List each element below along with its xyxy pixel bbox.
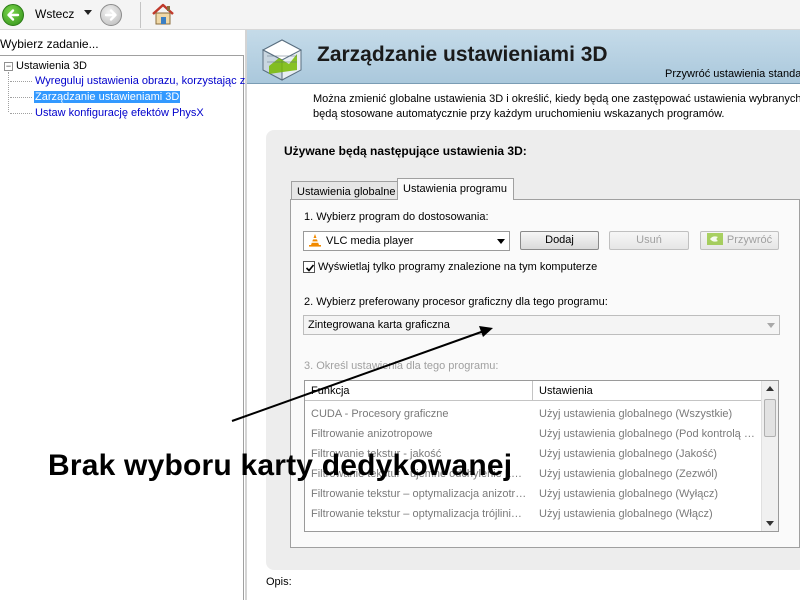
sidebar-item-adjust-image[interactable]: Wyreguluj ustawienia obrazu, korzystając… — [10, 74, 246, 88]
table-cell: Użyj ustawienia globalnego (Wyłącz) — [539, 488, 719, 500]
table-cell: Użyj ustawienia globalnego (Włącz) — [539, 508, 713, 520]
table-row[interactable]: Filtrowanie tekstur – optymalizacja trój… — [305, 504, 762, 524]
annotation-text: Brak wyboru karty dedykowanej — [48, 449, 513, 482]
page-description: Można zmienić globalne ustawienia 3D i o… — [313, 92, 800, 122]
step1-label: 1. Wybierz program do dostosowania: — [304, 211, 489, 223]
restore-program-button[interactable]: Przywróć — [700, 231, 779, 250]
check-icon — [305, 264, 315, 272]
table-cell: Użyj ustawienia globalnego (Jakość) — [539, 448, 717, 460]
task-label: Wybierz zadanie... — [0, 37, 99, 51]
toolbar: Wstecz — [0, 0, 800, 30]
step3-label: 3. Określ ustawienia dla tego programu: — [304, 360, 499, 372]
table-cell: Użyj ustawienia globalnego (Wszystkie) — [539, 408, 733, 420]
sidebar-item-label: Wyreguluj ustawienia obrazu, korzystając… — [35, 75, 246, 87]
chevron-down-icon — [767, 323, 775, 328]
remove-program-button[interactable]: Usuń — [609, 231, 689, 250]
home-icon[interactable] — [150, 1, 176, 30]
checkbox-label[interactable]: Wyświetlaj tylko programy znalezione na … — [318, 261, 597, 273]
column-header-function[interactable]: Funkcja — [305, 381, 533, 401]
restore-defaults-link[interactable]: Przywróć ustawienia standardowe — [665, 68, 800, 80]
toolbar-separator — [140, 2, 141, 28]
program-select[interactable]: VLC media player — [303, 231, 510, 251]
page-header: Zarządzanie ustawieniami 3D Przywróć ust… — [247, 30, 800, 84]
table-cell: CUDA - Procesory graficzne — [311, 408, 449, 420]
table-row[interactable]: Filtrowanie anizotropowe Użyj ustawienia… — [305, 424, 762, 444]
description-label: Opis: — [266, 576, 292, 588]
history-dropdown-icon[interactable] — [84, 10, 92, 15]
column-header-settings[interactable]: Ustawienia — [533, 381, 762, 401]
panel-splitter[interactable] — [245, 30, 247, 600]
chevron-down-icon — [497, 239, 505, 244]
table-header: Funkcja Ustawienia — [305, 381, 762, 401]
gpu-select[interactable]: Zintegrowana karta graficzna — [303, 315, 780, 335]
sidebar-item-physx[interactable]: Ustaw konfigurację efektów PhysX — [10, 106, 205, 120]
scroll-up-icon[interactable] — [766, 386, 774, 391]
description-line-2: będą stosowane automatycznie przy każdym… — [313, 108, 725, 120]
tree-connector — [8, 72, 9, 112]
tab-program-settings[interactable]: Ustawienia programu — [397, 178, 514, 200]
sidebar-item-manage-3d[interactable]: Zarządzanie ustawieniami 3D — [10, 90, 181, 104]
vlc-icon — [309, 234, 321, 247]
sidebar-item-label: Zarządzanie ustawieniami 3D — [34, 91, 181, 103]
3d-settings-icon — [259, 36, 305, 85]
tree-root-3d-settings[interactable]: − Ustawienia 3D — [4, 60, 87, 72]
table-scrollbar[interactable] — [761, 381, 778, 531]
scroll-down-icon[interactable] — [766, 521, 774, 526]
back-button-label[interactable]: Wstecz — [35, 7, 74, 21]
collapse-icon[interactable]: − — [4, 61, 13, 71]
description-line-1: Można zmienić globalne ustawienia 3D i o… — [313, 93, 800, 105]
task-tree: − Ustawienia 3D Wyreguluj ustawienia obr… — [0, 55, 246, 600]
sidebar-item-label: Ustaw konfigurację efektów PhysX — [35, 107, 204, 119]
table-cell: Filtrowanie tekstur – optymalizacja trój… — [311, 508, 527, 520]
table-row[interactable]: Filtrowanie tekstur – optymalizacja aniz… — [305, 484, 762, 504]
add-program-button[interactable]: Dodaj — [520, 231, 599, 250]
settings-group-title: Używane będą następujące ustawienia 3D: — [284, 144, 527, 158]
table-row[interactable]: CUDA - Procesory graficzne Użyj ustawien… — [305, 404, 762, 424]
table-cell: Użyj ustawienia globalnego (Pod kontrolą… — [539, 428, 755, 440]
program-select-value: VLC media player — [326, 235, 414, 247]
table-cell: Filtrowanie anizotropowe — [311, 428, 433, 440]
table-cell: Filtrowanie tekstur – optymalizacja aniz… — [311, 488, 527, 500]
scrollbar-thumb[interactable] — [764, 399, 776, 437]
restore-program-label: Przywróć — [726, 234, 773, 246]
forward-arrow-icon[interactable] — [100, 4, 122, 26]
step2-label: 2. Wybierz preferowany procesor graficzn… — [304, 296, 608, 308]
gpu-select-value: Zintegrowana karta graficzna — [308, 319, 450, 331]
only-found-programs-checkbox[interactable] — [303, 261, 315, 273]
back-arrow-icon[interactable] — [2, 4, 24, 26]
table-cell: Użyj ustawienia globalnego (Zezwól) — [539, 468, 718, 480]
tree-root-label: Ustawienia 3D — [16, 60, 87, 72]
page-title: Zarządzanie ustawieniami 3D — [317, 43, 608, 66]
nvidia-logo-icon — [706, 233, 723, 246]
